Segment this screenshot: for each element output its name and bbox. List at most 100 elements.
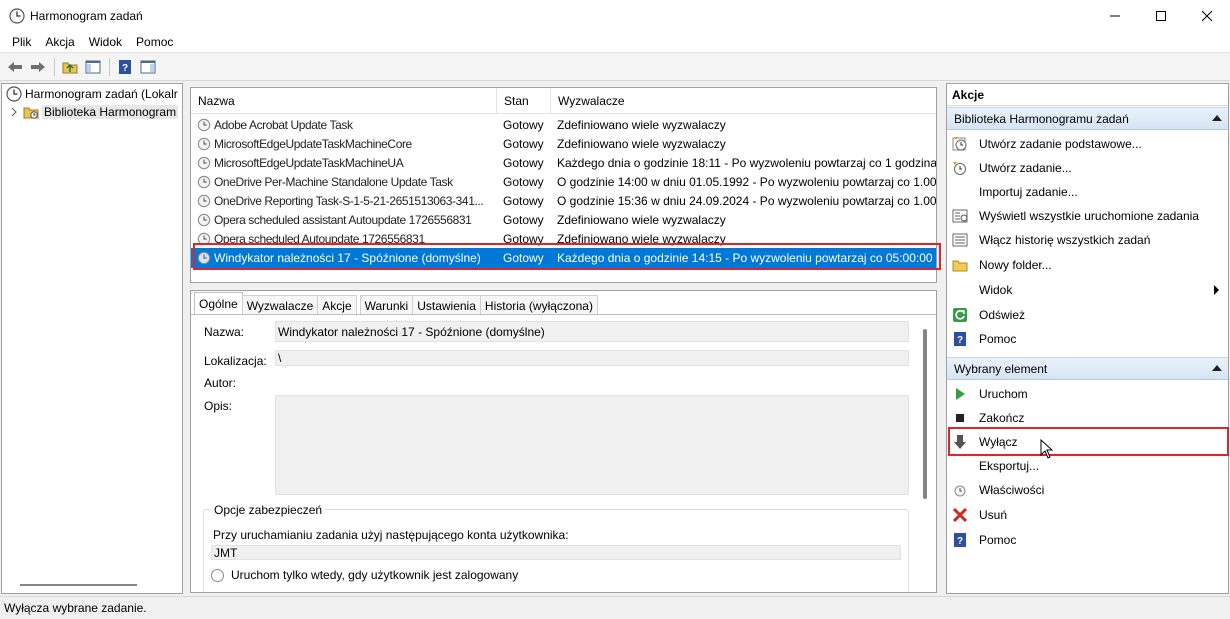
- task-name-cell: Opera scheduled Autoupdate 1726556831: [197, 229, 489, 248]
- name-field[interactable]: Windykator należności 17 - Spóźnione (do…: [275, 321, 909, 342]
- action-label: Wyłącz: [979, 435, 1018, 449]
- menu-pomoc[interactable]: Pomoc: [129, 35, 180, 49]
- task-trigger-cell: Zdefiniowano wiele wyzwalaczy: [557, 229, 936, 248]
- show-hide-action-pane-button[interactable]: [137, 56, 159, 78]
- tab-history[interactable]: Historia (wyłączona): [479, 295, 598, 315]
- location-field[interactable]: \: [275, 350, 909, 366]
- action-widok[interactable]: Widok: [947, 278, 1228, 302]
- collapse-icon[interactable]: [1212, 115, 1222, 121]
- account-value: JMT: [214, 545, 238, 560]
- task-name-cell: OneDrive Per-Machine Standalone Update T…: [197, 172, 489, 191]
- menu-plik[interactable]: Plik: [5, 35, 38, 49]
- menu-akcja[interactable]: Akcja: [38, 35, 81, 49]
- minimize-button[interactable]: [1092, 0, 1138, 32]
- task-trigger-cell: O godzinie 15:36 w dniu 24.09.2024 - Po …: [557, 191, 936, 210]
- tab-settings[interactable]: Ustawienia: [412, 295, 481, 315]
- task-state-cell: Gotowy: [503, 248, 551, 267]
- task-trigger-cell: Każdego dnia o godzinie 18:11 - Po wyzwo…: [557, 153, 937, 172]
- tab-divider: [191, 314, 936, 315]
- action-zakończ[interactable]: Zakończ: [947, 406, 1228, 430]
- close-button[interactable]: [1184, 0, 1230, 32]
- mouse-pointer-icon: [1040, 439, 1053, 459]
- task-state-cell: Gotowy: [503, 191, 551, 210]
- action-odśwież[interactable]: Odśwież: [947, 303, 1228, 327]
- task-state-cell: Gotowy: [503, 134, 551, 153]
- security-options-title: Opcje zabezpieczeń: [211, 503, 326, 517]
- tab-triggers[interactable]: Wyzwalacze: [241, 295, 319, 315]
- action-utwórz-zadanie-podstawowe[interactable]: Utwórz zadanie podstawowe...: [947, 132, 1228, 156]
- task-row[interactable]: Windykator należności 17 - Spóźnione (do…: [191, 248, 936, 268]
- radio-button[interactable]: [211, 568, 224, 582]
- tab-general[interactable]: Ogólne: [194, 292, 243, 315]
- task-clock-icon: [197, 156, 211, 169]
- task-name: Adobe Acrobat Update Task: [214, 117, 353, 132]
- action-label: Eksportuj...: [979, 459, 1040, 473]
- back-button[interactable]: [4, 56, 26, 78]
- show-hide-tree-icon: [85, 60, 101, 74]
- section-selected-item[interactable]: Wybrany element: [947, 357, 1228, 380]
- help-icon: ?: [952, 532, 968, 548]
- action-właściwości[interactable]: Właściwości: [947, 478, 1228, 502]
- task-state: Gotowy: [503, 250, 544, 265]
- back-arrow-icon: [8, 62, 22, 72]
- menu-widok[interactable]: Widok: [82, 35, 129, 49]
- task-row[interactable]: Opera scheduled assistant Autoupdate 172…: [191, 210, 936, 229]
- help-button[interactable]: ?: [114, 56, 136, 78]
- action-usuń[interactable]: Usuń: [947, 503, 1228, 527]
- task-name-cell: Windykator należności 17 - Spóźnione (do…: [197, 248, 489, 267]
- horizontal-scrollbar[interactable]: [20, 584, 137, 586]
- action-uruchom[interactable]: Uruchom: [947, 382, 1228, 406]
- action-wyświetl-wszystkie-uruchomione-zadania[interactable]: Wyświetl wszystkie uruchomione zadania: [947, 204, 1228, 228]
- task-row[interactable]: OneDrive Per-Machine Standalone Update T…: [191, 172, 936, 191]
- action-label: Pomoc: [979, 332, 1017, 346]
- task-trigger: Każdego dnia o godzinie 14:15 - Po wyzwo…: [557, 250, 937, 265]
- section-library[interactable]: Biblioteka Harmonogramu zadań: [947, 107, 1228, 130]
- collapse-icon[interactable]: [1212, 365, 1222, 371]
- action-eksportuj[interactable]: Eksportuj...: [947, 454, 1228, 478]
- tab-actions[interactable]: Akcje: [317, 295, 357, 315]
- action-wyłącz[interactable]: Wyłącz: [947, 430, 1228, 454]
- up-one-level-button[interactable]: [59, 56, 81, 78]
- action-utwórz-zadanie[interactable]: Utwórz zadanie...: [947, 156, 1228, 180]
- description-label: Opis:: [204, 399, 233, 413]
- task-state: Gotowy: [503, 231, 544, 246]
- tree-root[interactable]: Harmonogram zadań (Lokalr: [6, 85, 178, 103]
- task-state: Gotowy: [503, 136, 544, 151]
- forward-button[interactable]: [27, 56, 49, 78]
- task-state-cell: Gotowy: [503, 210, 551, 229]
- maximize-button[interactable]: [1138, 0, 1184, 32]
- task-name: Opera scheduled assistant Autoupdate 172…: [214, 212, 472, 227]
- action-pomoc[interactable]: ? Pomoc: [947, 327, 1228, 351]
- task-row[interactable]: MicrosoftEdgeUpdateTaskMachineUA Gotowy Ka…: [191, 153, 936, 172]
- tab-history-label: Historia (wyłączona): [484, 298, 593, 313]
- action-label: Właściwości: [979, 483, 1045, 497]
- chevron-right-icon[interactable]: [9, 107, 19, 117]
- action-nowy-folder[interactable]: Nowy folder...: [947, 253, 1228, 277]
- run-icon: [952, 386, 968, 402]
- column-header-name[interactable]: Nazwa: [191, 88, 497, 114]
- action-label: Pomoc: [979, 533, 1017, 547]
- task-row[interactable]: Opera scheduled Autoupdate 1726556831 Got…: [191, 229, 936, 248]
- close-icon: [1202, 11, 1212, 21]
- task-row[interactable]: OneDrive Reporting Task-S-1-5-21-2651513…: [191, 191, 936, 210]
- stop-icon: [952, 410, 968, 426]
- tab-conditions[interactable]: Warunki: [359, 295, 414, 315]
- task-state-cell: Gotowy: [503, 153, 551, 172]
- radio-logged-on-option[interactable]: Uruchom tylko wtedy, gdy użytkownik jest…: [211, 568, 518, 582]
- task-trigger: Każdego dnia o godzinie 18:11 - Po wyzwo…: [557, 155, 937, 170]
- show-hide-tree-button[interactable]: [82, 56, 104, 78]
- column-header-triggers[interactable]: Wyzwalacze: [551, 88, 936, 114]
- task-name: MicrosoftEdgeUpdateTaskMachineUA: [214, 155, 404, 170]
- description-field[interactable]: [275, 395, 909, 495]
- tree-library[interactable]: Biblioteka Harmonogram: [9, 103, 179, 121]
- vertical-scrollbar[interactable]: [923, 329, 927, 499]
- action-pomoc[interactable]: ? Pomoc: [947, 528, 1228, 552]
- action-włącz-historię-wszystkich-zadań[interactable]: Włącz historię wszystkich zadań: [947, 228, 1228, 252]
- task-row[interactable]: Adobe Acrobat Update Task Gotowy Zdefiniow…: [191, 115, 936, 134]
- task-row[interactable]: MicrosoftEdgeUpdateTaskMachineCore Gotowy…: [191, 134, 936, 153]
- account-field[interactable]: JMT: [211, 545, 901, 560]
- task-name: OneDrive Per-Machine Standalone Update T…: [214, 174, 453, 189]
- action-importuj-zadanie[interactable]: Importuj zadanie...: [947, 180, 1228, 204]
- column-header-state[interactable]: Stan: [497, 88, 551, 114]
- name-label: Nazwa:: [204, 325, 245, 339]
